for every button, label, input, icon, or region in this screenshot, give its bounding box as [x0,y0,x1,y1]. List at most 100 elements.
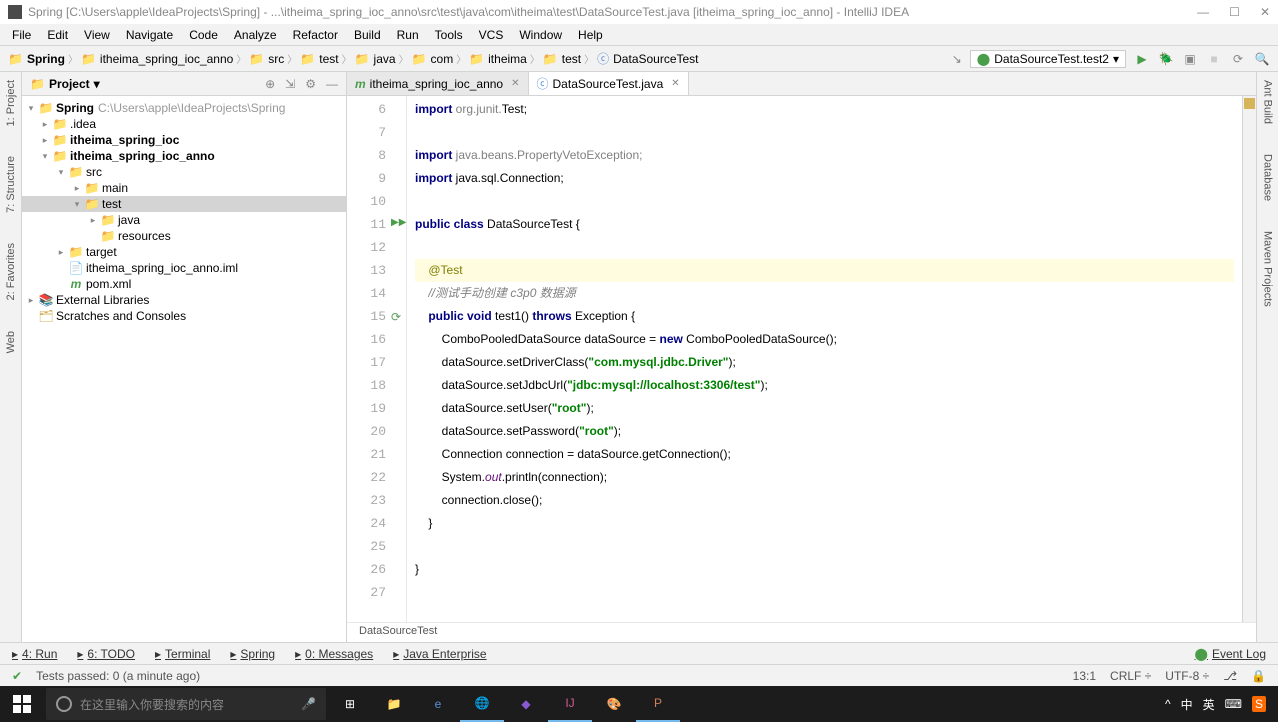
tree-item[interactable]: ▾📁SpringC:\Users\apple\IdeaProjects\Spri… [22,100,346,116]
breadcrumb-item[interactable]: 📁 com [412,52,454,66]
menu-vcs[interactable]: VCS [471,26,512,44]
close-tab-icon[interactable]: ✕ [511,78,519,89]
tree-item[interactable]: 📁resources [22,228,346,244]
bottom-tab[interactable]: ▸Spring [230,647,275,661]
bottom-tab[interactable]: ▸Terminal [155,647,210,661]
start-button[interactable] [0,686,44,722]
editor-breadcrumb[interactable]: DataSourceTest [347,622,1256,642]
tree-item[interactable]: ▸📁.idea [22,116,346,132]
taskbar-app-powerpoint[interactable]: P [636,686,680,722]
git-icon[interactable]: ⎇ [1223,669,1237,683]
breadcrumb-item[interactable]: 📁 java [355,52,396,66]
taskbar-app-edge[interactable]: e [416,686,460,722]
hide-icon[interactable]: — [326,77,338,91]
menu-refactor[interactable]: Refactor [285,26,346,44]
tray-ime-icon[interactable]: 中 [1181,696,1193,713]
taskbar-app-unknown1[interactable]: ◆ [504,686,548,722]
mic-icon[interactable]: 🎤 [301,697,316,711]
editor-tab[interactable]: ⓒDataSourceTest.java✕ [529,72,689,95]
menu-tools[interactable]: Tools [427,26,471,44]
project-tree[interactable]: ▾📁SpringC:\Users\apple\IdeaProjects\Spri… [22,96,346,642]
tree-item[interactable]: mpom.xml [22,276,346,292]
close-button[interactable]: ✕ [1260,5,1270,19]
editor-tab[interactable]: mitheima_spring_ioc_anno✕ [347,72,529,95]
menu-build[interactable]: Build [346,26,389,44]
right-tool-mavenprojects[interactable]: Maven Projects [1262,231,1274,307]
left-tool-favorites[interactable]: 2: Favorites [5,243,17,300]
run-class-gutter-icon[interactable]: ▶▶ [391,217,406,228]
left-tool-project[interactable]: 1: Project [5,80,17,126]
tree-item[interactable]: ▸📁itheima_spring_ioc [22,132,346,148]
minimize-button[interactable]: — [1197,5,1209,19]
task-view-button[interactable]: ⊞ [328,686,372,722]
caret-position[interactable]: 13:1 [1073,669,1096,683]
error-stripe[interactable] [1242,96,1256,622]
tree-item[interactable]: ▸📁java [22,212,346,228]
menu-navigate[interactable]: Navigate [118,26,181,44]
right-tool-antbuild[interactable]: Ant Build [1262,80,1274,124]
taskbar-app-intellij[interactable]: IJ [548,686,592,722]
tree-item[interactable]: ▾📁itheima_spring_ioc_anno [22,148,346,164]
menu-edit[interactable]: Edit [39,26,76,44]
menu-run[interactable]: Run [389,26,427,44]
event-log-tab[interactable]: ⬤Event Log [1195,647,1266,661]
right-tool-database[interactable]: Database [1262,154,1274,201]
breadcrumb-item[interactable]: 📁 test [300,52,338,66]
tree-item[interactable]: ▸📁target [22,244,346,260]
left-tool-structure[interactable]: 7: Structure [5,156,17,213]
code-editor[interactable]: import org.junit.Test;import java.beans.… [407,96,1242,622]
tree-item[interactable]: ▸📚External Libraries [22,292,346,308]
menu-analyze[interactable]: Analyze [226,26,285,44]
taskbar-search[interactable]: 在这里输入你要搜索的内容 🎤 [46,688,326,720]
menu-window[interactable]: Window [511,26,570,44]
project-title[interactable]: 📁 Project ▾ [30,77,100,91]
back-icon[interactable]: ↘ [952,52,962,66]
target-icon[interactable]: ⊕ [265,77,275,91]
menu-view[interactable]: View [76,26,118,44]
taskbar-app-explorer[interactable]: 📁 [372,686,416,722]
tree-item[interactable]: 🗂Scratches and Consoles [22,308,346,324]
line-separator[interactable]: CRLF ÷ [1110,669,1151,683]
debug-button[interactable]: 🪲 [1158,51,1174,67]
coverage-button[interactable]: ▣ [1182,51,1198,67]
close-tab-icon[interactable]: ✕ [671,78,679,89]
gear-icon[interactable]: ⚙ [305,77,316,91]
search-icon[interactable]: 🔍 [1254,51,1270,67]
tray-keyboard-icon[interactable]: ⌨ [1225,697,1242,711]
breadcrumb-item[interactable]: 📁 test [543,52,581,66]
run-method-gutter-icon[interactable]: ⟳ [391,310,401,324]
taskbar-app-chrome[interactable]: 🌐 [460,686,504,722]
tray-lang-icon[interactable]: 英 [1203,696,1215,713]
tree-item[interactable]: ▸📁main [22,180,346,196]
bottom-tab[interactable]: ▸0: Messages [295,647,373,661]
menu-code[interactable]: Code [181,26,226,44]
menu-file[interactable]: File [4,26,39,44]
run-config-selector[interactable]: ⬤ DataSourceTest.test2 ▾ [970,50,1126,68]
bottom-tab[interactable]: ▸Java Enterprise [393,647,486,661]
breadcrumb-item[interactable]: ⓒ DataSourceTest [597,50,698,67]
system-tray[interactable]: ^ 中 英 ⌨ S [1153,696,1278,713]
tray-sogou-icon[interactable]: S [1252,696,1266,712]
collapse-icon[interactable]: ⇲ [285,77,295,91]
file-encoding[interactable]: UTF-8 ÷ [1165,669,1209,683]
breadcrumb-item[interactable]: 📁 Spring [8,52,65,66]
left-tool-web[interactable]: Web [5,331,17,353]
stop-button[interactable]: ■ [1206,51,1222,67]
editor-gutter[interactable]: ▶▶ ⟳ 67891011121314151617181920212223242… [347,96,407,622]
tree-item[interactable]: ▾📁test [22,196,346,212]
breadcrumb-item[interactable]: 📁 src [249,52,284,66]
menu-help[interactable]: Help [570,26,611,44]
breadcrumb-item[interactable]: 📁 itheima_spring_ioc_anno [81,52,233,66]
tray-chevron-up-icon[interactable]: ^ [1165,697,1171,711]
taskbar-app-paint[interactable]: 🎨 [592,686,636,722]
warning-marker[interactable] [1244,98,1255,109]
run-button[interactable]: ▶ [1134,51,1150,67]
maximize-button[interactable]: ☐ [1229,5,1240,19]
update-button[interactable]: ⟳ [1230,51,1246,67]
lock-icon[interactable]: 🔒 [1251,669,1266,683]
breadcrumb-item[interactable]: 📁 itheima [469,52,527,66]
tree-item[interactable]: ▾📁src [22,164,346,180]
tree-item[interactable]: 📄itheima_spring_ioc_anno.iml [22,260,346,276]
bottom-tab[interactable]: ▸6: TODO [77,647,135,661]
bottom-tab[interactable]: ▸4: Run [12,647,57,661]
